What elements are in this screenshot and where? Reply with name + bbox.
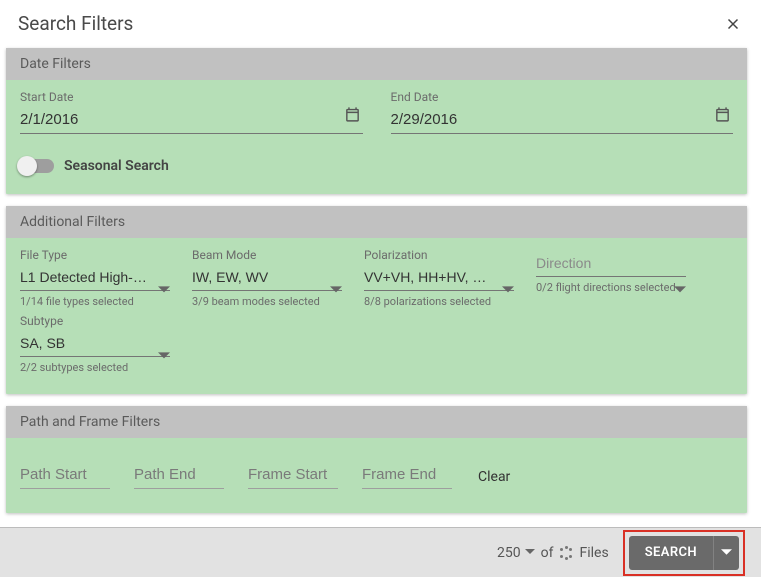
close-icon bbox=[724, 15, 742, 33]
path-frame-body: Clear bbox=[6, 438, 747, 513]
file-type-field: File Type 1/14 file types selected bbox=[20, 248, 170, 308]
subtype-field: Subtype 2/2 subtypes selected bbox=[20, 314, 170, 374]
path-frame-panel: Path and Frame Filters Clear bbox=[6, 406, 747, 513]
max-results-selector[interactable]: 250 bbox=[497, 545, 535, 561]
files-label: Files bbox=[579, 545, 608, 561]
calendar-icon[interactable] bbox=[344, 106, 361, 127]
chevron-down-icon bbox=[158, 281, 170, 300]
start-date-label: Start Date bbox=[20, 90, 363, 104]
files-summary: 250 of Files bbox=[497, 545, 609, 561]
date-filters-heading: Date Filters bbox=[6, 48, 747, 80]
loading-spinner-icon bbox=[559, 546, 573, 560]
search-options-button[interactable] bbox=[713, 536, 739, 570]
start-date-input[interactable] bbox=[20, 107, 363, 134]
end-date-field: End Date bbox=[391, 90, 734, 134]
search-filters-dialog: Search Filters Date Filters Start Date bbox=[0, 0, 761, 577]
calendar-icon[interactable] bbox=[714, 106, 731, 127]
seasonal-search-toggle[interactable] bbox=[20, 159, 54, 173]
file-type-helper: 1/14 file types selected bbox=[20, 295, 170, 308]
search-button-highlight: SEARCH bbox=[623, 530, 745, 576]
beam-mode-field: Beam Mode 3/9 beam modes selected bbox=[192, 248, 342, 308]
frame-end-input[interactable] bbox=[362, 462, 452, 489]
polarization-field: Polarization 8/8 polarizations selected bbox=[364, 248, 514, 308]
file-type-select[interactable] bbox=[20, 265, 170, 291]
additional-filters-body: File Type 1/14 file types selected Beam … bbox=[6, 238, 747, 394]
polarization-label: Polarization bbox=[364, 248, 514, 262]
seasonal-search-label: Seasonal Search bbox=[64, 158, 169, 174]
subtype-select[interactable] bbox=[20, 331, 170, 357]
chevron-down-icon bbox=[674, 281, 686, 300]
path-start-input[interactable] bbox=[20, 462, 110, 489]
direction-helper: 0/2 flight directions selected bbox=[536, 281, 686, 294]
start-date-field: Start Date bbox=[20, 90, 363, 134]
path-frame-heading: Path and Frame Filters bbox=[6, 406, 747, 438]
search-button[interactable]: SEARCH bbox=[629, 536, 713, 570]
direction-select[interactable] bbox=[536, 251, 686, 277]
date-filters-body: Start Date End Date bbox=[6, 80, 747, 194]
search-button-group: SEARCH bbox=[629, 536, 739, 570]
of-label: of bbox=[541, 545, 554, 561]
chevron-down-icon bbox=[330, 281, 342, 300]
beam-mode-helper: 3/9 beam modes selected bbox=[192, 295, 342, 308]
frame-start-input[interactable] bbox=[248, 462, 338, 489]
dialog-header: Search Filters bbox=[0, 0, 761, 45]
chevron-down-icon bbox=[525, 545, 535, 561]
clear-button[interactable]: Clear bbox=[476, 465, 512, 489]
additional-filters-panel: Additional Filters File Type 1/14 file t… bbox=[6, 206, 747, 394]
polarization-helper: 8/8 polarizations selected bbox=[364, 295, 514, 308]
dialog-body: Date Filters Start Date End Date bbox=[0, 45, 761, 513]
close-button[interactable] bbox=[723, 14, 743, 34]
end-date-label: End Date bbox=[391, 90, 734, 104]
file-type-label: File Type bbox=[20, 248, 170, 262]
direction-field: 0/2 flight directions selected bbox=[536, 248, 686, 308]
additional-filters-heading: Additional Filters bbox=[6, 206, 747, 238]
end-date-input[interactable] bbox=[391, 107, 734, 134]
path-end-input[interactable] bbox=[134, 462, 224, 489]
subtype-helper: 2/2 subtypes selected bbox=[20, 361, 170, 374]
dialog-title: Search Filters bbox=[18, 12, 723, 35]
beam-mode-label: Beam Mode bbox=[192, 248, 342, 262]
chevron-down-icon bbox=[158, 347, 170, 366]
subtype-label: Subtype bbox=[20, 314, 170, 328]
date-filters-panel: Date Filters Start Date End Date bbox=[6, 48, 747, 194]
chevron-down-icon bbox=[502, 281, 514, 300]
max-results-value: 250 bbox=[497, 545, 521, 561]
dialog-footer: 250 of Files SEARCH bbox=[0, 527, 761, 577]
chevron-down-icon bbox=[721, 547, 732, 558]
beam-mode-select[interactable] bbox=[192, 265, 342, 291]
polarization-select[interactable] bbox=[364, 265, 514, 291]
